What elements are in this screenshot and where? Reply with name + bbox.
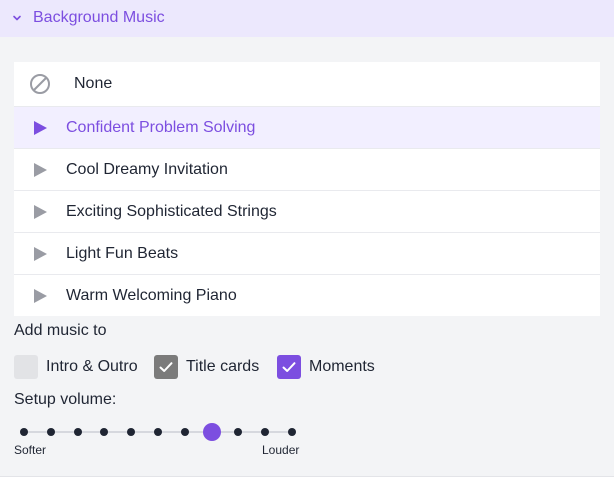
volume-slider-knob[interactable]: [202, 423, 221, 441]
track-label: Light Fun Beats: [66, 244, 179, 262]
track-label: Cool Dreamy Invitation: [66, 160, 228, 178]
chevron-down-icon[interactable]: [11, 12, 23, 24]
track-item-cool-dreamy-invitation[interactable]: Cool Dreamy Invitation: [14, 149, 600, 191]
volume-step-dot[interactable]: [127, 428, 136, 436]
checkmark-icon: [159, 362, 173, 372]
none-icon: [29, 73, 51, 95]
track-label: Confident Problem Solving: [66, 118, 256, 136]
volume-min-label: Softer: [14, 443, 47, 457]
volume-step-dot[interactable]: [234, 428, 243, 436]
play-icon[interactable]: [29, 117, 51, 139]
play-icon[interactable]: [29, 159, 51, 181]
checkbox-box[interactable]: [277, 355, 301, 379]
volume-step-dot[interactable]: [20, 428, 28, 436]
volume-step-dot[interactable]: [288, 428, 296, 436]
track-label: Warm Welcoming Piano: [66, 286, 237, 304]
play-icon[interactable]: [29, 285, 51, 307]
track-item-confident-problem-solving[interactable]: Confident Problem Solving: [14, 107, 600, 149]
checkbox-label: Title cards: [186, 358, 260, 375]
track-label: None: [74, 75, 113, 92]
volume-step-dot[interactable]: [100, 428, 109, 436]
track-item-warm-welcoming-piano[interactable]: Warm Welcoming Piano: [14, 275, 600, 316]
checkbox-intro-outro[interactable]: Intro & Outro: [14, 355, 138, 379]
checkbox-moments[interactable]: Moments: [277, 355, 375, 379]
track-item-light-fun-beats[interactable]: Light Fun Beats: [14, 233, 600, 275]
volume-step-dot[interactable]: [73, 428, 82, 436]
checkmark-icon: [282, 362, 296, 372]
checkbox-box[interactable]: [14, 355, 38, 379]
volume-slider[interactable]: [14, 420, 304, 444]
checkbox-label: Moments: [309, 358, 375, 375]
volume-label: Setup volume:: [14, 391, 117, 408]
add-music-label: Add music to: [14, 322, 107, 339]
play-icon[interactable]: [29, 201, 51, 223]
track-label: Exciting Sophisticated Strings: [66, 202, 277, 220]
checkbox-label: Intro & Outro: [46, 358, 138, 375]
volume-max-label: Louder: [262, 443, 300, 457]
volume-step-dot[interactable]: [46, 428, 55, 436]
section-header[interactable]: Background Music: [0, 0, 614, 37]
background-music-panel: Background Music None Confident Problem …: [0, 0, 614, 477]
volume-step-dot[interactable]: [180, 428, 189, 436]
play-icon[interactable]: [29, 243, 51, 265]
track-item-exciting-sophisticated-strings[interactable]: Exciting Sophisticated Strings: [14, 191, 600, 233]
track-item-none[interactable]: None: [14, 62, 600, 107]
volume-step-dot[interactable]: [261, 428, 270, 436]
checkbox-title-cards[interactable]: Title cards: [154, 355, 259, 379]
music-track-list: None Confident Problem Solving Cool Drea…: [14, 62, 600, 316]
volume-step-dot[interactable]: [154, 428, 162, 436]
section-title: Background Music: [33, 9, 165, 26]
checkbox-box[interactable]: [154, 355, 178, 379]
